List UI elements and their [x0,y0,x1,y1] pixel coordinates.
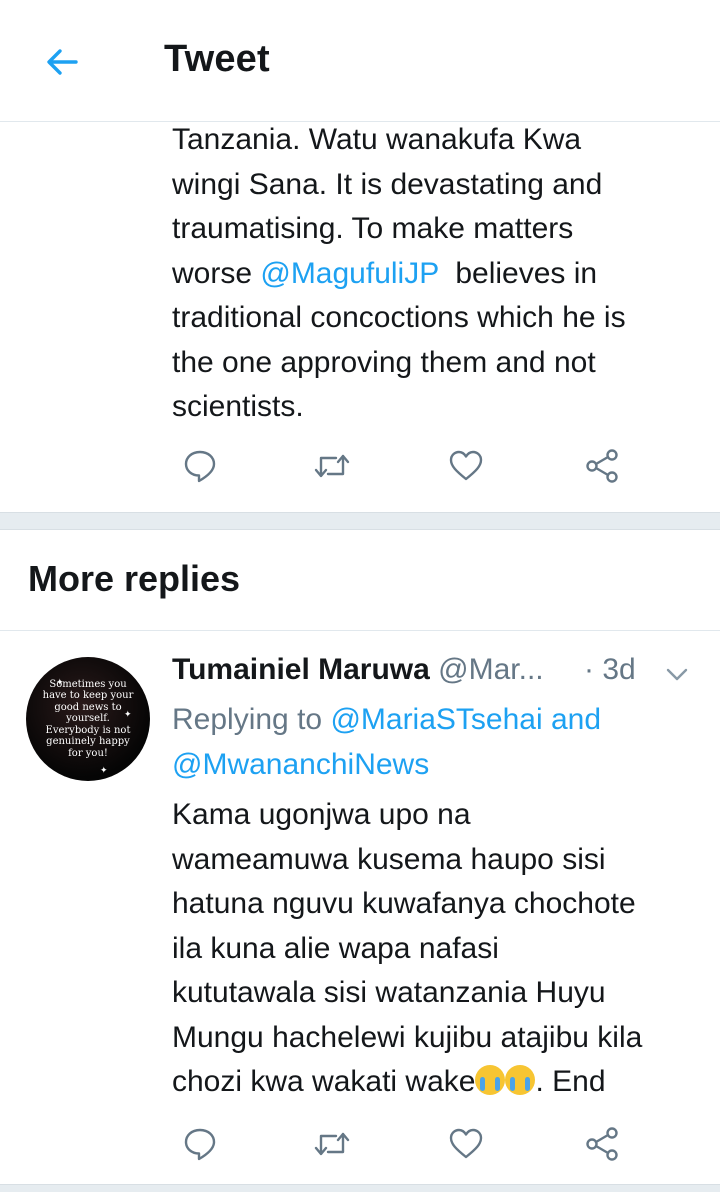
author-handle[interactable]: @Mar... [438,653,543,686]
share-button[interactable] [580,444,624,488]
tweet-line: wingi Sana. It is devastating and [172,167,603,201]
top-bar: Tweet [0,0,720,122]
tweet-line: Tanzania. Watu wanakufa Kwa [172,123,582,156]
like-button[interactable] [444,444,488,488]
tweet-line: traumatising. To make matters [172,212,574,245]
reply-text: Kama ugonjwa upo na wameamuwa kusema hau… [172,793,702,1105]
tweet-line: traditional concoctions which he is [172,301,626,334]
section-title: More replies [28,558,241,599]
share-icon [586,1127,618,1161]
arrow-left-icon [47,49,78,75]
tweet-text: worse [172,256,261,290]
reply-line: hatuna nguvu kuwafanya chochote [172,887,636,920]
tweet-actions [172,444,632,488]
replying-line: @MwananchiNews [172,742,702,787]
share-icon [586,449,618,483]
tweet-text: believes in [438,256,598,290]
reply-header: Tumainiel Maruwa @Mar... · 3d [172,653,702,693]
sparkle-decoration: ✦ [56,677,64,687]
retweet-icon [314,454,350,478]
section-divider [0,512,720,530]
tweet-line: the one approving them and not [172,345,596,379]
retweet-button[interactable] [310,444,354,488]
reply-button[interactable] [178,444,222,488]
reply-line: chozi kwa wakati wake. End [172,1065,606,1098]
timestamp[interactable]: · 3d [584,653,636,687]
sparkle-decoration: ✦ [124,709,132,719]
retweet-icon [314,1132,350,1156]
mention-link[interactable]: @MariaSTsehai [330,703,542,736]
reply-line: ila kuna alie wapa nafasi [172,931,499,965]
loudly-crying-face-emoji [475,1065,506,1095]
reply-button[interactable] [178,1122,222,1166]
comment-icon [184,450,216,483]
retweet-button[interactable] [310,1122,354,1166]
reply-line: Mungu hachelewi kujibu atajibu kila [172,1020,643,1054]
mention-link[interactable]: @MagufuliJP [260,257,438,290]
share-button[interactable] [580,1122,624,1166]
comment-icon [184,1128,216,1161]
like-button[interactable] [444,1122,488,1166]
reply-line: wameamuwa kusema haupo sisi [172,842,606,876]
chevron-down-icon[interactable] [662,659,692,689]
loudly-crying-face-emoji [505,1065,536,1095]
avatar[interactable]: ✦ ✦ ✦ Sometimes you have to keep your go… [26,657,150,781]
replying-line: Replying to @MariaSTsehai and [172,703,602,736]
tweet-line: worse @MagufuliJP believes in [172,252,702,297]
reply-actions [172,1122,632,1166]
sparkle-decoration: ✦ [100,765,108,775]
author-name[interactable]: Tumainiel Maruwa [172,653,430,686]
tweet-line: scientists. [172,390,304,423]
mention-link[interactable]: @MwananchiNews [172,748,429,781]
section-divider [0,1184,720,1192]
heart-icon [449,450,483,481]
reply-line: kututawala sisi watanzania Huyu [172,976,606,1009]
main-tweet-text: Tanzania. Watu wanakufa Kwa wingi Sana. … [172,118,702,430]
page-title: Tweet [164,38,270,80]
heart-icon [449,1128,483,1159]
reply-line: Kama ugonjwa upo na [172,798,471,831]
replying-to: Replying to @MariaSTsehai and @Mwananchi… [172,697,702,787]
back-button[interactable] [38,38,86,86]
divider [0,630,720,631]
